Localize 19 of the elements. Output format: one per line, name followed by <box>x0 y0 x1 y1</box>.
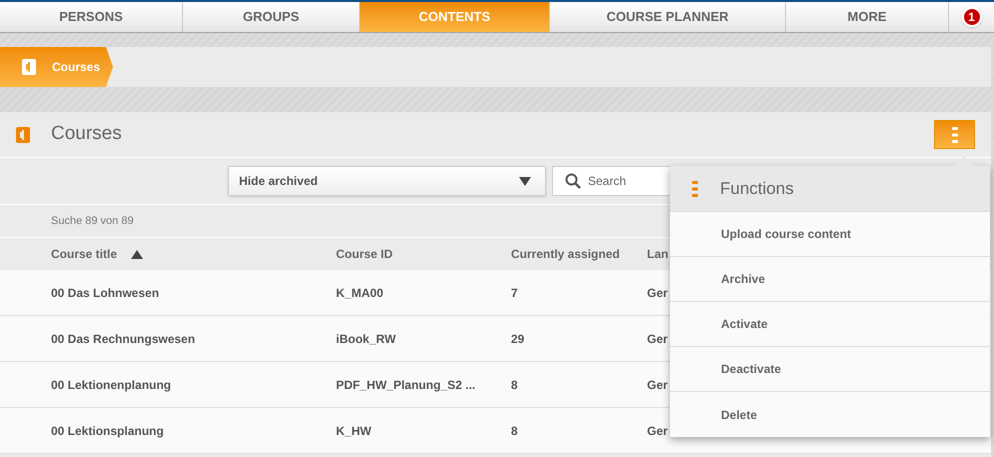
table-cell: 00 Lektionsplanung <box>51 424 164 438</box>
panel-title: Courses <box>51 122 122 146</box>
table-cell: 7 <box>511 286 518 300</box>
result-count: Suche 89 von 89 <box>51 214 134 229</box>
table-cell: PDF_HW_Planung_S2 ... <box>336 378 476 392</box>
table-cell: Ger <box>647 286 668 300</box>
table-cell: K_HW <box>336 424 372 438</box>
table-cell: 00 Das Lohnwesen <box>51 286 160 300</box>
table-cell: 29 <box>511 332 524 346</box>
table-cell: K_MA00 <box>336 286 384 300</box>
table-cell: 00 Das Rechnungswesen <box>51 332 196 346</box>
table-cell: Ger <box>647 332 668 346</box>
table-cell: iBook_RW <box>336 332 396 346</box>
table-cell: 00 Lektionenplanung <box>51 378 172 392</box>
menu-title: Functions <box>720 178 794 200</box>
table-cell: 8 <box>511 424 518 438</box>
table-cell: Ger <box>647 378 668 392</box>
table-cell: 8 <box>511 378 518 392</box>
table-cell: Ger <box>647 424 668 438</box>
